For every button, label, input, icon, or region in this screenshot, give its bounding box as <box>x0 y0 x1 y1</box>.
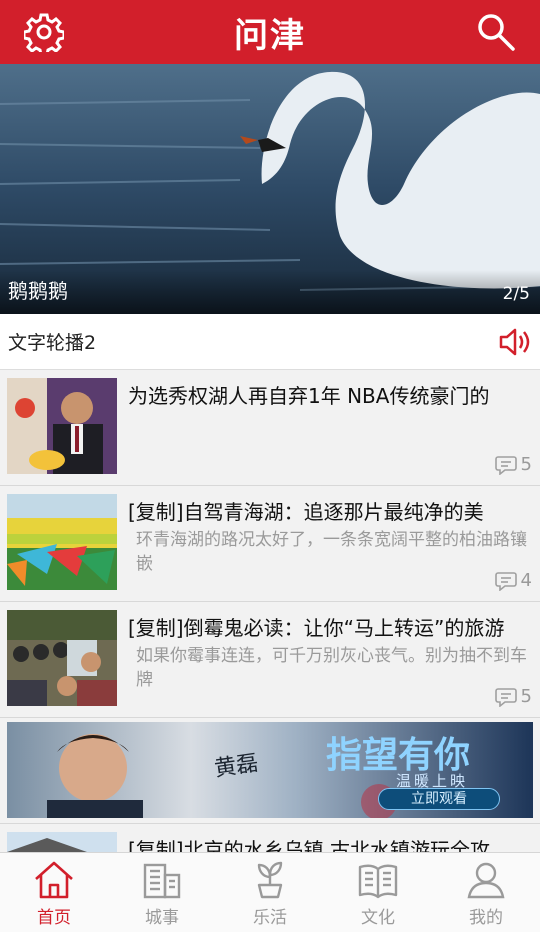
news-headline: 为选秀权湖人再自弃1年 NBA传统豪门的 <box>128 384 490 408</box>
comment-icon <box>494 687 517 707</box>
comment-count: 4 <box>494 570 532 591</box>
image-carousel[interactable]: 鹅鹅鹅 2/5 <box>0 64 540 314</box>
nav-city[interactable]: 城事 <box>108 853 216 932</box>
nav-culture[interactable]: 文化 <box>324 853 432 932</box>
ad-signature: 黄磊 <box>212 751 260 782</box>
settings-button[interactable] <box>12 0 76 64</box>
nav-home-label: 首页 <box>37 908 71 928</box>
comment-count: 5 <box>494 454 532 475</box>
thumbnail-basketball-exec <box>7 378 117 474</box>
app-title: 问津 <box>234 15 306 56</box>
nav-profile[interactable]: 我的 <box>432 853 540 932</box>
search-icon <box>478 14 515 51</box>
comment-count: 5 <box>494 686 532 707</box>
comment-icon <box>494 455 517 475</box>
news-item[interactable]: [复制]倒霉鬼必读：让你“马上转运”的旅游 如果你霉事连连，可千万别灰心丧气。别… <box>0 602 540 718</box>
book-icon <box>358 864 398 899</box>
nav-culture-label: 文化 <box>361 908 395 928</box>
news-headline: [复制]自驾青海湖：追逐那片最纯净的美 <box>128 500 484 524</box>
news-summary: 如果你霉事连连，可千万别灰心丧气。别为抽不到车牌 <box>136 646 527 690</box>
top-bar: 问津 <box>0 0 540 64</box>
nav-profile-label: 我的 <box>469 908 503 928</box>
nav-city-label: 城事 <box>145 908 179 928</box>
text-ticker[interactable]: 文字轮播2 <box>0 314 540 370</box>
comment-icon <box>494 571 517 591</box>
ad-watch-button[interactable]: 立即观看 <box>378 788 500 810</box>
thumbnail-fountain-crowd <box>7 610 117 706</box>
thumbnail-qinghai-lake <box>7 494 117 590</box>
news-summary: 环青海湖的路况太好了，一条条宽阔平整的柏油路镶嵌 <box>136 530 527 574</box>
news-item[interactable]: 为选秀权湖人再自弃1年 NBA传统豪门的 5 <box>0 370 540 486</box>
news-list: 为选秀权湖人再自弃1年 NBA传统豪门的 5 [复制]自驾青海湖：追逐那片最纯净… <box>0 370 540 932</box>
gear-icon <box>24 13 64 52</box>
ad-banner[interactable]: 黄磊 指望有你 温暖上映 立即观看 <box>0 718 540 824</box>
news-thumbnail <box>7 610 117 706</box>
news-headline: [复制]倒霉鬼必读：让你“马上转运”的旅游 <box>128 616 505 640</box>
sprout-icon <box>257 861 283 899</box>
user-icon <box>467 862 505 899</box>
ticker-text: 文字轮播2 <box>8 332 97 354</box>
search-button[interactable] <box>464 0 528 64</box>
nav-lifestyle-label: 乐活 <box>253 908 287 928</box>
comment-count-value: 4 <box>520 570 532 591</box>
comment-count-value: 5 <box>520 686 532 707</box>
news-thumbnail <box>7 494 117 590</box>
building-icon <box>143 863 181 899</box>
carousel-counter: 2/5 <box>502 284 530 304</box>
carousel-caption-bar <box>0 270 540 314</box>
home-icon <box>35 861 73 899</box>
carousel-caption: 鹅鹅鹅 <box>8 279 68 303</box>
comment-count-value: 5 <box>520 454 532 475</box>
nav-lifestyle[interactable]: 乐活 <box>216 853 324 932</box>
speaker-icon <box>499 328 530 356</box>
news-item[interactable]: [复制]自驾青海湖：追逐那片最纯净的美 环青海湖的路况太好了，一条条宽阔平整的柏… <box>0 486 540 602</box>
news-thumbnail <box>7 378 117 474</box>
bottom-nav: 首页 城事 乐活 文化 我的 <box>0 852 540 932</box>
nav-home[interactable]: 首页 <box>0 853 108 932</box>
app-root: 问津 鹅鹅鹅 2/5 文字轮播2 为选秀权湖人再自弃1年 NBA传统豪门的 5 … <box>0 0 540 932</box>
